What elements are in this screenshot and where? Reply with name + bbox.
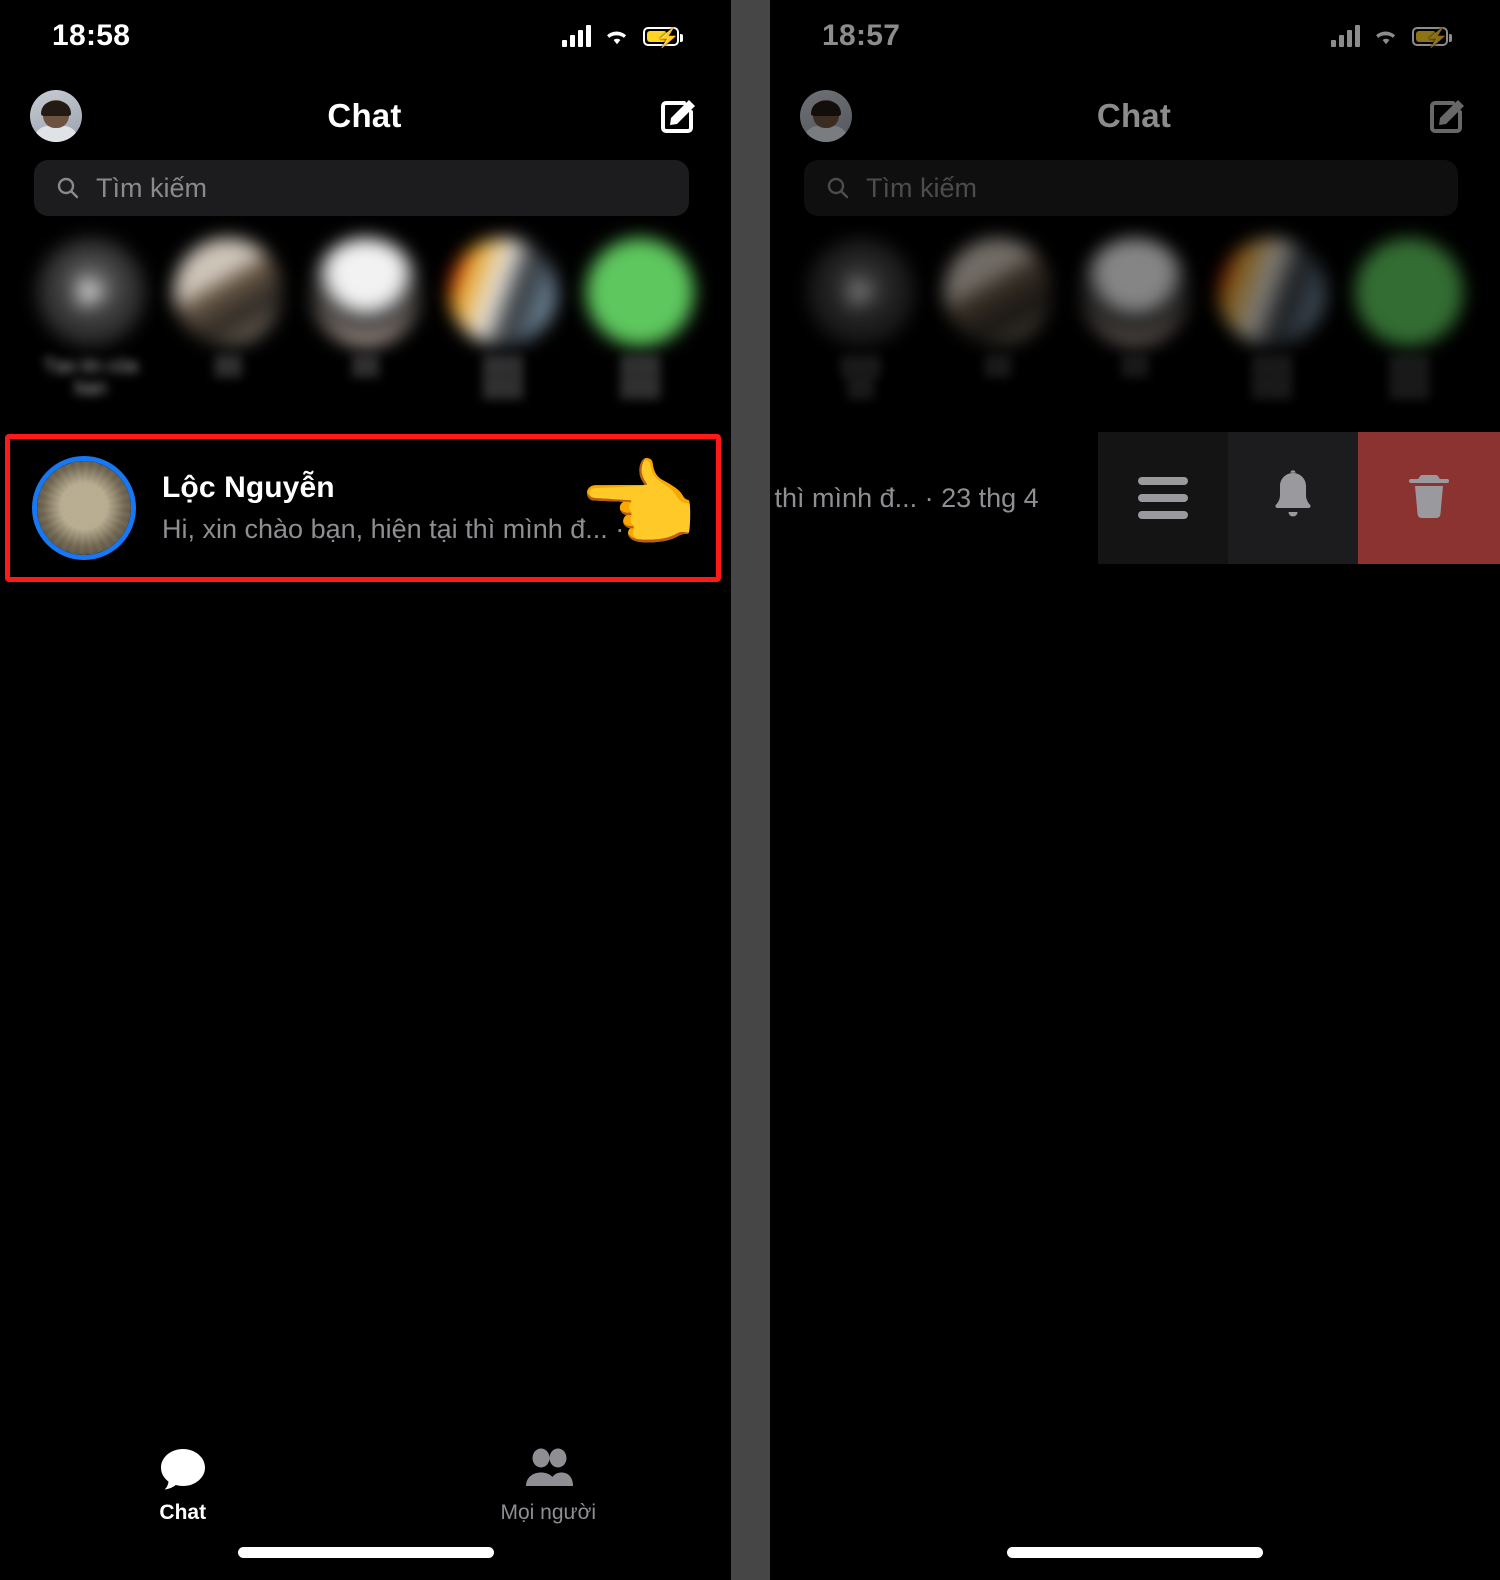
chat-message-preview-wrap: n tại thì mình đ... · 23 thg 4 bbox=[770, 432, 1098, 564]
story-item[interactable]: ▒▒▒ ▒▒▒ bbox=[1341, 238, 1478, 400]
home-indicator bbox=[1007, 1547, 1263, 1558]
dual-screenshot-stage: 18:58 ⚡ Chat Tìm kiếm Tạo tin của bạn ▒▒… bbox=[0, 0, 1500, 1580]
stories-row[interactable]: ▒▒▒ ▒▒ ▒▒ ▒▒ ▒▒▒ ▒▒▒ ▒▒▒ ▒▒▒ bbox=[770, 238, 1500, 418]
story-avatar bbox=[311, 238, 420, 346]
chat-list-item-swiped: n tại thì mình đ... · 23 thg 4 bbox=[770, 432, 1500, 564]
search-placeholder: Tìm kiếm bbox=[96, 172, 207, 203]
battery-charging-icon: ⚡ bbox=[1412, 26, 1452, 49]
status-bar-icons: ⚡ bbox=[562, 25, 683, 49]
story-avatar bbox=[1081, 238, 1189, 346]
story-label: ▒▒ bbox=[984, 356, 1012, 377]
pointing-hand-left-emoji: 👈 bbox=[576, 450, 699, 560]
status-bar: 18:58 ⚡ bbox=[0, 0, 731, 72]
story-label: ▒▒ bbox=[214, 356, 242, 377]
swipe-action-more[interactable] bbox=[1098, 432, 1228, 564]
story-item[interactable]: ▒▒ bbox=[297, 238, 434, 378]
avatar[interactable] bbox=[800, 90, 852, 142]
story-label: ▒▒▒ ▒▒▒ bbox=[1252, 356, 1293, 399]
story-label: ▒▒ bbox=[352, 356, 379, 377]
battery-charging-icon: ⚡ bbox=[643, 26, 683, 49]
stories-row[interactable]: Tạo tin của bạn ▒▒ ▒▒ ▒▒▒ ▒▒▒ ▒▒▒ ▒▒▒ bbox=[0, 238, 731, 418]
nav-header: Chat bbox=[0, 80, 731, 152]
story-avatar bbox=[1218, 238, 1327, 346]
search-input[interactable]: Tìm kiếm bbox=[34, 160, 689, 216]
story-avatar bbox=[36, 238, 145, 346]
story-item[interactable]: ▒▒ bbox=[1066, 238, 1203, 378]
story-label: ▒▒▒ ▒▒▒ bbox=[620, 356, 661, 399]
story-label: Tạo tin của bạn bbox=[43, 356, 138, 399]
story-item[interactable]: ▒▒▒ ▒▒▒ bbox=[572, 238, 709, 400]
status-bar-clock: 18:58 bbox=[52, 19, 131, 52]
story-item-create[interactable]: Tạo tin của bạn bbox=[22, 238, 159, 400]
home-indicator bbox=[237, 1547, 494, 1558]
search-input[interactable]: Tìm kiếm bbox=[804, 160, 1458, 216]
people-icon bbox=[520, 1446, 576, 1492]
panel-divider bbox=[731, 0, 770, 1580]
right-phone-screen: 18:57 ⚡ Chat Tìm kiếm ▒▒▒ ▒▒ ▒▒ ▒▒ ▒▒▒ ▒… bbox=[770, 0, 1500, 1580]
avatar[interactable] bbox=[30, 90, 82, 142]
status-bar: 18:57 ⚡ bbox=[770, 0, 1500, 72]
tab-label: Chat bbox=[159, 1500, 207, 1524]
wifi-icon bbox=[1373, 26, 1399, 46]
story-item[interactable]: ▒▒ bbox=[929, 238, 1066, 378]
status-bar-clock: 18:57 bbox=[822, 19, 901, 52]
story-label: ▒▒▒ ▒▒▒ bbox=[482, 356, 524, 399]
hamburger-icon bbox=[1138, 468, 1188, 528]
compose-icon[interactable] bbox=[657, 94, 701, 138]
story-item[interactable]: ▒▒▒ ▒▒▒ bbox=[434, 238, 571, 400]
chat-bubble-icon bbox=[157, 1446, 209, 1492]
search-placeholder: Tìm kiếm bbox=[866, 172, 977, 203]
tab-people[interactable]: Mọi người bbox=[366, 1430, 732, 1540]
swipe-action-delete[interactable] bbox=[1358, 432, 1500, 564]
cellular-signal-icon bbox=[1331, 25, 1360, 47]
bell-icon bbox=[1266, 467, 1320, 530]
nav-header: Chat bbox=[770, 80, 1500, 152]
search-icon bbox=[56, 176, 80, 200]
left-phone-screen: 18:58 ⚡ Chat Tìm kiếm Tạo tin của bạn ▒▒… bbox=[0, 0, 731, 1580]
compose-icon[interactable] bbox=[1426, 94, 1470, 138]
wifi-icon bbox=[604, 26, 630, 46]
cellular-signal-icon bbox=[562, 25, 591, 47]
story-avatar bbox=[943, 238, 1052, 346]
tab-label: Mọi người bbox=[500, 1500, 597, 1524]
tab-chat[interactable]: Chat bbox=[0, 1430, 366, 1540]
story-avatar bbox=[806, 238, 915, 346]
trash-icon bbox=[1403, 467, 1455, 530]
story-label: ▒▒ bbox=[1121, 356, 1149, 377]
story-avatar bbox=[1355, 238, 1464, 346]
page-title: Chat bbox=[327, 97, 402, 134]
story-avatar bbox=[586, 238, 695, 346]
page-title: Chat bbox=[1096, 97, 1172, 134]
story-avatar bbox=[448, 238, 557, 346]
story-item-create[interactable]: ▒▒▒ ▒▒ bbox=[792, 238, 929, 400]
story-item[interactable]: ▒▒▒ ▒▒▒ bbox=[1204, 238, 1341, 400]
story-item[interactable]: ▒▒ bbox=[159, 238, 296, 378]
bottom-tab-bar: Chat Mọi người bbox=[0, 1430, 731, 1580]
story-label: ▒▒▒ ▒▒ bbox=[840, 356, 881, 399]
status-bar-icons: ⚡ bbox=[1331, 25, 1452, 49]
story-avatar bbox=[174, 238, 283, 346]
search-icon bbox=[826, 176, 850, 200]
swipe-action-mute[interactable] bbox=[1228, 432, 1358, 564]
story-label: ▒▒▒ ▒▒▒ bbox=[1389, 356, 1430, 399]
chat-avatar[interactable] bbox=[32, 456, 136, 560]
chat-message-preview: n tại thì mình đ... · 23 thg 4 bbox=[770, 482, 1039, 513]
